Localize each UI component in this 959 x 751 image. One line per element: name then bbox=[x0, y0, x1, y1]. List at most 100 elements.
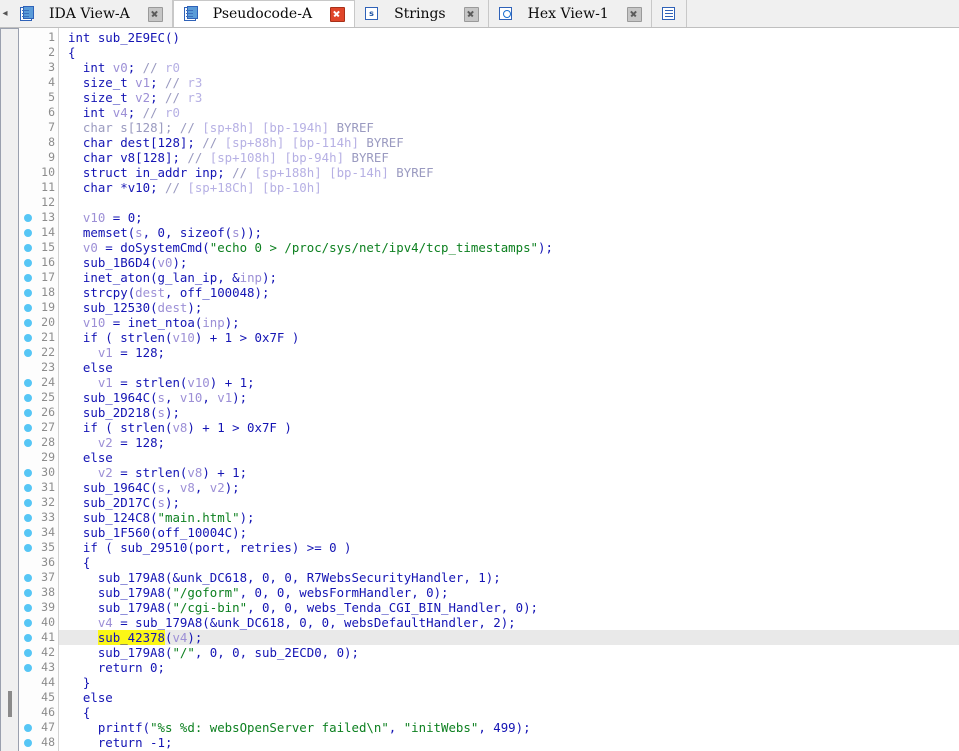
code-line[interactable]: { bbox=[59, 45, 959, 60]
code-token[interactable] bbox=[68, 225, 83, 240]
gutter-line[interactable]: 38 bbox=[19, 585, 58, 600]
code-token[interactable]: , 0, 0, bbox=[284, 615, 344, 630]
code-token[interactable]: v1 bbox=[135, 75, 150, 90]
code-token[interactable]: v10 bbox=[180, 390, 202, 405]
code-token[interactable]: strlen bbox=[120, 330, 165, 345]
code-token[interactable] bbox=[68, 435, 98, 450]
code-token[interactable]: , 1); bbox=[463, 570, 500, 585]
code-token[interactable]: ); bbox=[255, 285, 270, 300]
breakpoint-dot-icon[interactable] bbox=[24, 529, 32, 537]
code-token[interactable]: [128]; bbox=[128, 120, 180, 135]
code-token[interactable]: ); bbox=[225, 480, 240, 495]
gutter-line[interactable]: 45 bbox=[19, 690, 58, 705]
code-line[interactable]: sub_179A8("/cgi-bin", 0, 0, webs_Tenda_C… bbox=[59, 600, 959, 615]
code-token[interactable]: v2 bbox=[98, 465, 113, 480]
breakpoint-dot-icon[interactable] bbox=[24, 394, 32, 402]
code-line[interactable]: sub_1964C(s, v8, v2); bbox=[59, 480, 959, 495]
code-token[interactable]: ) + 1 > 0x7F ) bbox=[195, 330, 299, 345]
code-line[interactable]: if ( strlen(v10) + 1 > 0x7F ) bbox=[59, 330, 959, 345]
breakpoint-dot-icon[interactable] bbox=[24, 604, 32, 612]
code-token[interactable]: ); bbox=[187, 300, 202, 315]
code-token[interactable]: v4 bbox=[98, 615, 113, 630]
breakpoint-dot-icon[interactable] bbox=[24, 469, 32, 477]
code-line[interactable]: v2 = 128; bbox=[59, 435, 959, 450]
code-token[interactable] bbox=[68, 615, 98, 630]
code-token[interactable]: , 499); bbox=[478, 720, 530, 735]
code-token[interactable]: = 128; bbox=[113, 345, 165, 360]
code-token[interactable]: [sp+188h] [bp-14h] bbox=[255, 165, 389, 180]
code-token[interactable]: ); bbox=[232, 525, 247, 540]
code-token[interactable]: sub_2E9EC bbox=[98, 30, 165, 45]
code-token[interactable] bbox=[68, 390, 83, 405]
code-token[interactable]: ) + 1; bbox=[202, 465, 247, 480]
code-token[interactable] bbox=[68, 510, 83, 525]
code-token[interactable] bbox=[68, 600, 98, 615]
breakpoint-dot-icon[interactable] bbox=[24, 379, 32, 387]
code-token[interactable]: ); bbox=[165, 495, 180, 510]
code-token[interactable]: , bbox=[225, 540, 240, 555]
code-token[interactable]: v1 bbox=[98, 345, 113, 360]
code-token[interactable]: v8 bbox=[187, 465, 202, 480]
code-token[interactable]: ( bbox=[150, 510, 157, 525]
gutter-line[interactable]: 11 bbox=[19, 180, 58, 195]
code-token[interactable]: dest bbox=[135, 285, 165, 300]
code-token[interactable]: v0 bbox=[158, 255, 173, 270]
code-token[interactable]: BYREF bbox=[359, 135, 403, 150]
code-token[interactable]: ) + 1; bbox=[210, 375, 255, 390]
gutter-line[interactable]: 21 bbox=[19, 330, 58, 345]
gutter-line[interactable]: 18 bbox=[19, 285, 58, 300]
breakpoint-dot-icon[interactable] bbox=[24, 634, 32, 642]
code-token[interactable]: doSystemCmd bbox=[120, 240, 202, 255]
gutter-line[interactable]: 39 bbox=[19, 600, 58, 615]
code-line[interactable]: else bbox=[59, 360, 959, 375]
code-line[interactable]: else bbox=[59, 450, 959, 465]
code-token[interactable]: v8 bbox=[180, 480, 195, 495]
code-token[interactable]: v10 bbox=[83, 210, 105, 225]
breakpoint-dot-icon[interactable] bbox=[24, 439, 32, 447]
code-token[interactable] bbox=[68, 285, 83, 300]
code-token[interactable]: BYREF bbox=[344, 150, 388, 165]
code-line[interactable]: sub_124C8("main.html"); bbox=[59, 510, 959, 525]
gutter-line[interactable]: 28 bbox=[19, 435, 58, 450]
code-token[interactable]: sub_1F560 bbox=[83, 525, 150, 540]
code-line[interactable]: v1 = strlen(v10) + 1; bbox=[59, 375, 959, 390]
code-token[interactable]: [sp+88h] [bp-114h] bbox=[225, 135, 359, 150]
gutter-line[interactable]: 33 bbox=[19, 510, 58, 525]
code-token[interactable] bbox=[68, 480, 83, 495]
breakpoint-dot-icon[interactable] bbox=[24, 349, 32, 357]
code-token[interactable]: , 0); bbox=[322, 645, 359, 660]
code-token[interactable]: // bbox=[165, 90, 187, 105]
code-token[interactable]: // bbox=[202, 135, 224, 150]
gutter-line[interactable]: 25 bbox=[19, 390, 58, 405]
code-token[interactable]: sub_1B6D4 bbox=[83, 255, 150, 270]
code-token[interactable]: // bbox=[143, 60, 165, 75]
code-line[interactable]: struct in_addr inp; // [sp+188h] [bp-14h… bbox=[59, 165, 959, 180]
gutter-line[interactable]: 48 bbox=[19, 735, 58, 750]
code-token[interactable]: } bbox=[68, 675, 90, 690]
code-token[interactable] bbox=[68, 300, 83, 315]
code-line[interactable]: v10 = 0; bbox=[59, 210, 959, 225]
gutter-line[interactable]: 29 bbox=[19, 450, 58, 465]
gutter-line[interactable]: 30 bbox=[19, 465, 58, 480]
code-line[interactable]: inet_aton(g_lan_ip, &inp); bbox=[59, 270, 959, 285]
tab-scroll-left-button[interactable]: ◂ bbox=[0, 0, 10, 27]
code-token[interactable] bbox=[68, 570, 98, 585]
code-line[interactable]: v0 = doSystemCmd("echo 0 > /proc/sys/net… bbox=[59, 240, 959, 255]
close-icon[interactable] bbox=[147, 6, 163, 22]
code-token[interactable] bbox=[68, 720, 98, 735]
code-token[interactable]: v0 bbox=[113, 60, 128, 75]
tab-ida-view-a[interactable]: IDA View-A bbox=[10, 0, 173, 27]
breakpoint-dot-icon[interactable] bbox=[24, 274, 32, 282]
gutter-line[interactable]: 32 bbox=[19, 495, 58, 510]
code-token[interactable]: ); bbox=[172, 255, 187, 270]
code-token[interactable]: ; bbox=[128, 105, 143, 120]
code-token[interactable]: ( bbox=[202, 240, 209, 255]
code-token[interactable] bbox=[68, 315, 83, 330]
breakpoint-dot-icon[interactable] bbox=[24, 484, 32, 492]
code-token[interactable]: ); bbox=[240, 510, 255, 525]
code-token[interactable] bbox=[68, 645, 98, 660]
code-token[interactable]: , 0, 0, bbox=[247, 600, 307, 615]
code-token[interactable]: inet_ntoa bbox=[128, 315, 195, 330]
gutter-line[interactable]: 1 bbox=[19, 30, 58, 45]
breakpoint-dot-icon[interactable] bbox=[24, 304, 32, 312]
